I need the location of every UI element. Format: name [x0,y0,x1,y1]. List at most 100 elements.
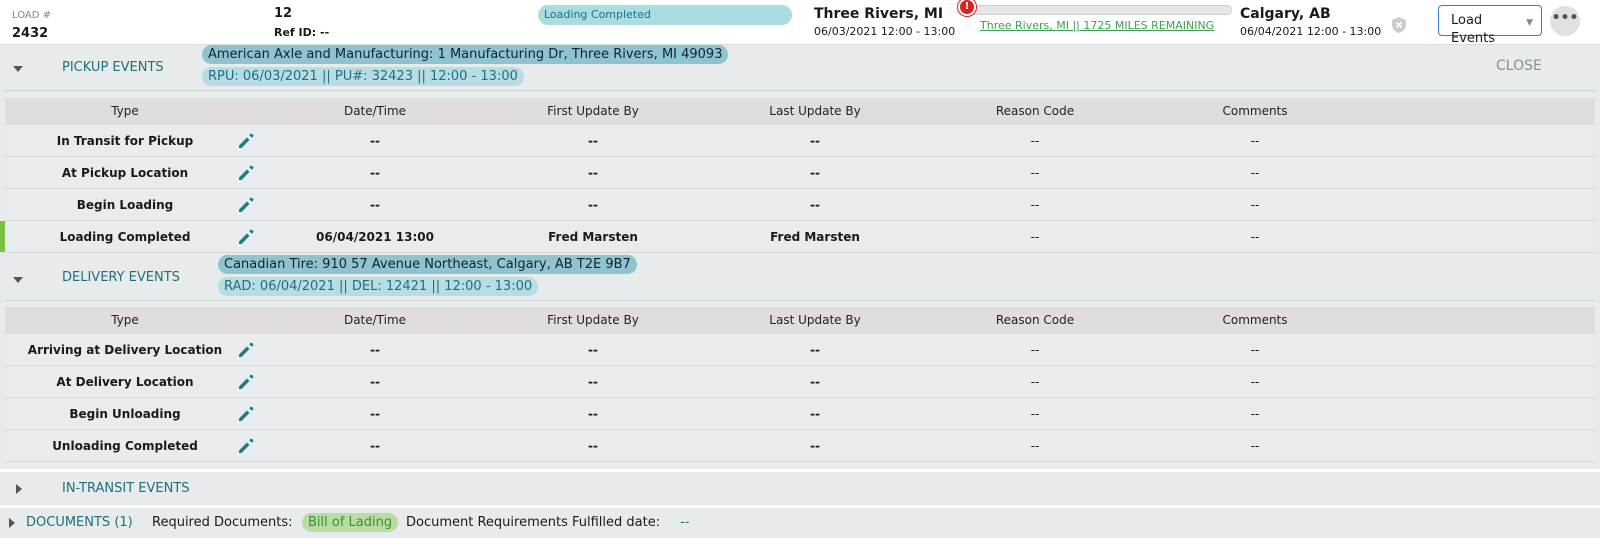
pickup-collapse-icon[interactable] [13,66,23,72]
table-row: In Transit for Pickup -- -- -- -- -- [5,125,1595,157]
event-date: -- [370,343,380,357]
pencil-icon[interactable] [237,228,255,246]
event-first-update: -- [588,343,598,357]
delivery-events-title[interactable]: DELIVERY EVENTS [62,270,180,285]
in-transit-expand-icon[interactable] [16,484,22,494]
event-reason: -- [1030,439,1040,453]
dest-window: 06/04/2021 12:00 - 13:00 [1240,25,1382,38]
event-first-update: -- [588,166,598,180]
route-progress-bar [968,5,1232,15]
col-first-update: First Update By [547,313,639,327]
required-document-badge[interactable]: Bill of Lading [302,513,399,532]
table-row: Unloading Completed -- -- -- -- -- [5,430,1595,462]
delivery-events-table: Type Date/Time First Update By Last Upda… [5,307,1595,462]
close-button[interactable]: CLOSE [1496,58,1542,74]
section-separator [0,469,1600,472]
event-type: Unloading Completed [52,439,198,453]
event-comments: -- [1250,439,1260,453]
event-first-update: -- [588,375,598,389]
pickup-address-badge: American Axle and Manufacturing: 1 Manuf… [202,45,729,64]
pencil-icon[interactable] [237,341,255,359]
status-badge: Loading Completed [538,5,792,25]
load-header: LOAD # 2432 12 Ref ID: -- Loading Comple… [0,0,1600,46]
event-type: At Delivery Location [56,375,194,389]
documents-title[interactable]: DOCUMENTS (1) [26,515,133,530]
origin-city: Three Rivers, MI [814,6,944,22]
shield-icon[interactable] [1392,17,1406,33]
event-reason: -- [1030,230,1040,244]
event-date: -- [370,134,380,148]
event-first-update: -- [588,198,598,212]
event-last-update: -- [810,166,820,180]
pickup-divider [5,90,1595,91]
col-last-update: Last Update By [769,104,861,118]
pickup-events-title[interactable]: PICKUP EVENTS [62,60,164,75]
col-first-update: First Update By [547,104,639,118]
col-reason-code: Reason Code [995,313,1075,327]
table-row: Begin Unloading -- -- -- -- -- [5,398,1595,430]
event-comments: -- [1250,343,1260,357]
event-type: At Pickup Location [61,166,189,180]
delivery-address-badge: Canadian Tire: 910 57 Avenue Northeast, … [218,255,637,274]
event-first-update: -- [588,439,598,453]
table-row: Arriving at Delivery Location -- -- -- -… [5,334,1595,366]
route-miles-link[interactable]: Three Rivers, MI || 1725 MILES REMAINING [980,19,1214,32]
col-comments: Comments [1222,313,1288,327]
table-header: Type Date/Time First Update By Last Upda… [5,307,1595,334]
event-first-update: Fred Marsten [548,230,638,244]
pencil-icon[interactable] [237,373,255,391]
event-type: Begin Loading [76,198,174,212]
event-date: -- [370,407,380,421]
delivery-collapse-icon[interactable] [13,277,23,283]
event-last-update: -- [810,343,820,357]
event-reason: -- [1030,375,1040,389]
event-reason: -- [1030,343,1040,357]
delivery-divider [5,300,1595,301]
event-last-update: -- [810,198,820,212]
table-row: Begin Loading -- -- -- -- -- [5,189,1595,221]
event-date: -- [370,198,380,212]
pencil-icon[interactable] [237,405,255,423]
event-last-update: -- [810,134,820,148]
in-transit-events-title[interactable]: IN-TRANSIT EVENTS [62,481,190,496]
dest-city: Calgary, AB [1240,6,1331,22]
event-last-update: Fred Marsten [770,230,860,244]
more-options-button[interactable]: ••• [1550,6,1580,36]
load-events-label: Load Events [1451,13,1496,46]
event-comments: -- [1250,375,1260,389]
pickup-details-badge: RPU: 06/03/2021 || PU#: 32423 || 12:00 -… [202,67,524,86]
table-row-active: Loading Completed 06/04/2021 13:00 Fred … [0,221,1595,253]
event-last-update: -- [810,439,820,453]
table-row: At Pickup Location -- -- -- -- -- [5,157,1595,189]
event-reason: -- [1030,407,1040,421]
event-first-update: -- [588,134,598,148]
col-date: Date/Time [343,104,407,118]
pencil-icon[interactable] [237,196,255,214]
required-documents-label: Required Documents: [152,515,293,530]
load-events-select[interactable]: Load Events ▼ [1438,5,1542,46]
load-number: 2432 [12,26,49,41]
documents-expand-icon[interactable] [9,518,15,528]
event-date: -- [370,166,380,180]
col-type: Type [111,313,139,327]
pickup-events-table: Type Date/Time First Update By Last Upda… [0,98,1595,253]
table-row: At Delivery Location -- -- -- -- -- [5,366,1595,398]
origin-window: 06/03/2021 12:00 - 13:00 [814,25,956,38]
event-reason: -- [1030,134,1040,148]
pencil-icon[interactable] [237,164,255,182]
event-comments: -- [1250,230,1260,244]
pencil-icon[interactable] [237,437,255,455]
event-type: Begin Unloading [69,407,181,421]
event-date: -- [370,375,380,389]
delivery-details-badge: RAD: 06/04/2021 || DEL: 12421 || 12:00 -… [218,277,539,296]
event-comments: -- [1250,166,1260,180]
ref-number: 12 [274,6,293,21]
load-number-label: LOAD # [12,10,52,21]
ref-id: Ref ID: -- [274,26,330,39]
event-date: 06/04/2021 13:00 [316,230,434,244]
pencil-icon[interactable] [237,132,255,150]
fulfilled-date-value: -- [680,515,690,530]
col-reason-code: Reason Code [995,104,1075,118]
event-comments: -- [1250,198,1260,212]
event-reason: -- [1030,166,1040,180]
